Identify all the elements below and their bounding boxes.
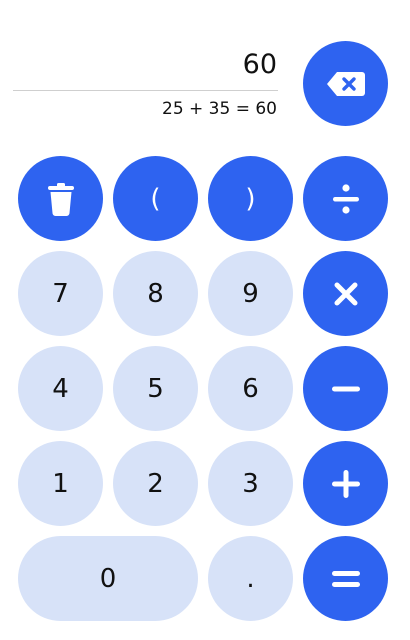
expression-text: 25 + 35 = 60 xyxy=(162,99,277,119)
equals-icon xyxy=(331,570,360,587)
digit-6-button[interactable]: 6 xyxy=(208,346,293,431)
digit-4-button[interactable]: 4 xyxy=(18,346,103,431)
equals-button[interactable] xyxy=(303,536,388,621)
plus-icon xyxy=(331,469,360,498)
digit-1-button[interactable]: 1 xyxy=(18,441,103,526)
result-value: 60 xyxy=(13,40,278,91)
minus-button[interactable] xyxy=(303,346,388,431)
digit-9-button[interactable]: 9 xyxy=(208,251,293,336)
clear-button[interactable] xyxy=(18,156,103,241)
backspace-icon xyxy=(326,71,365,96)
digit-8-button[interactable]: 8 xyxy=(113,251,198,336)
divide-icon xyxy=(332,183,359,214)
digit-0-button[interactable]: 0 xyxy=(18,536,198,621)
digit-2-button[interactable]: 2 xyxy=(113,441,198,526)
digit-7-button[interactable]: 7 xyxy=(18,251,103,336)
backspace-button[interactable] xyxy=(303,41,388,126)
multiply-button[interactable] xyxy=(303,251,388,336)
close-paren-button[interactable]: ) xyxy=(208,156,293,241)
calculator-display: 60 25 + 35 = 60 xyxy=(13,40,278,119)
divide-button[interactable] xyxy=(303,156,388,241)
trash-icon xyxy=(47,182,74,216)
digit-5-button[interactable]: 5 xyxy=(113,346,198,431)
multiply-icon xyxy=(334,282,357,305)
open-paren-button[interactable]: ( xyxy=(113,156,198,241)
minus-icon xyxy=(331,386,360,391)
plus-button[interactable] xyxy=(303,441,388,526)
digit-3-button[interactable]: 3 xyxy=(208,441,293,526)
decimal-button[interactable]: . xyxy=(208,536,293,621)
